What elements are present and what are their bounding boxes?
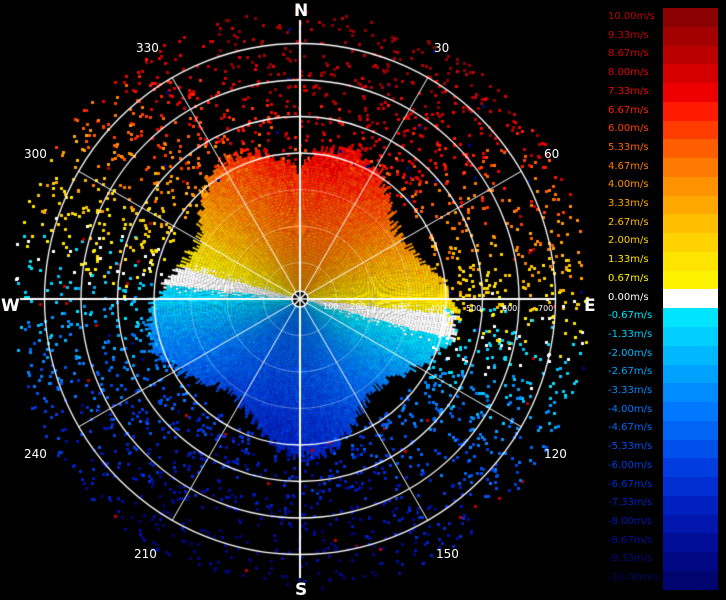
color-scale-label: 1.33m/s — [608, 254, 649, 266]
color-scale-label: 3.33m/s — [608, 198, 649, 209]
color-scale-swatch — [663, 345, 718, 365]
color-scale-swatch — [663, 120, 718, 140]
color-scale-label: -4.00m/s — [608, 403, 653, 415]
range-label-400: 400 — [430, 304, 446, 313]
color-scale-label: 4.00m/s — [608, 179, 649, 191]
color-scale-label: -2.67m/s — [608, 366, 653, 378]
color-scale-label: 6.00m/s — [608, 123, 649, 135]
color-scale-label: 10.00m/s — [608, 11, 655, 22]
color-scale-swatch — [663, 289, 718, 309]
azimuth-label-60: 60 — [544, 147, 560, 161]
color-scale-swatch — [663, 439, 718, 459]
color-scale-label: -10.00m/s — [608, 572, 659, 583]
color-scale-swatch — [663, 570, 718, 590]
compass-east-label: E — [584, 296, 596, 316]
color-scale-label: -8.00m/s — [608, 515, 653, 527]
color-scale-label: -3.33m/s — [608, 385, 653, 396]
color-scale-swatch — [663, 327, 718, 346]
color-scale-swatch — [663, 64, 718, 84]
color-scale-swatch — [663, 364, 718, 384]
azimuth-label-120: 120 — [544, 447, 567, 461]
color-scale-swatch — [663, 251, 718, 271]
color-scale-swatch — [663, 533, 718, 553]
color-scale-swatch — [663, 270, 718, 290]
color-scale-label: -5.33m/s — [608, 441, 653, 453]
range-label-600: 600 — [502, 304, 518, 313]
color-scale-label: 8.67m/s — [608, 48, 649, 60]
color-scale-swatch — [663, 383, 718, 403]
color-scale-label: -9.33m/s — [608, 553, 653, 565]
azimuth-label-300: 300 — [24, 147, 47, 161]
color-scale-swatch — [663, 458, 718, 478]
range-label-100: 100 — [323, 302, 339, 311]
color-scale-swatch — [663, 477, 718, 496]
color-scale-label: 0.00m/s — [608, 291, 649, 303]
color-scale-label: -7.33m/s — [608, 497, 653, 509]
color-scale-swatch — [663, 495, 718, 515]
azimuth-label-210: 210 — [134, 547, 157, 561]
range-label-200: 200 — [350, 302, 366, 311]
color-scale-swatch — [663, 176, 718, 196]
color-scale-swatch — [663, 195, 718, 215]
color-scale-swatch — [663, 308, 718, 328]
color-scale-swatch — [663, 158, 718, 177]
color-scale-label: 7.33m/s — [608, 85, 649, 97]
velocity-color-scale — [663, 8, 718, 590]
color-scale-swatch — [663, 83, 718, 102]
color-scale-swatch — [663, 139, 718, 159]
color-scale-swatch — [663, 552, 718, 571]
color-scale-label: -1.33m/s — [608, 328, 653, 340]
color-scale-label: -0.67m/s — [608, 310, 653, 322]
color-scale-label: -6.67m/s — [608, 478, 653, 490]
compass-west-label: W — [1, 296, 20, 316]
color-scale-label: -8.67m/s — [608, 534, 653, 546]
color-scale-label: 8.00m/s — [608, 67, 649, 79]
compass-north-label: N — [294, 1, 309, 21]
compass-south-label: S — [295, 580, 308, 600]
color-scale-swatch — [663, 8, 718, 27]
color-scale-label: -4.67m/s — [608, 422, 653, 434]
range-label-700: 700 — [538, 304, 554, 313]
color-scale-swatch — [663, 233, 718, 252]
color-scale-label: 5.33m/s — [608, 141, 649, 153]
color-scale-swatch — [663, 101, 718, 121]
color-scale-label: 2.67m/s — [608, 216, 649, 228]
color-scale-swatch — [663, 514, 718, 534]
color-scale-swatch — [663, 420, 718, 440]
color-scale-swatch — [663, 214, 718, 234]
color-scale-swatch — [663, 402, 718, 421]
azimuth-label-330: 330 — [136, 41, 159, 55]
color-scale-label: 0.67m/s — [608, 272, 649, 284]
range-label-300: 300 — [392, 304, 408, 313]
azimuth-label-30: 30 — [434, 41, 450, 55]
range-label-500: 500 — [466, 304, 482, 313]
color-scale-swatch — [663, 26, 718, 46]
color-scale-label: 4.67m/s — [608, 160, 649, 172]
color-scale-swatch — [663, 45, 718, 65]
color-scale-label: 2.00m/s — [608, 235, 649, 247]
azimuth-label-150: 150 — [436, 547, 459, 561]
azimuth-label-240: 240 — [24, 447, 47, 461]
color-scale-label: -2.00m/s — [608, 347, 653, 359]
radar-velocity-plot — [0, 0, 600, 600]
color-scale-label: 6.67m/s — [608, 104, 649, 116]
color-scale-label: -6.00m/s — [608, 459, 653, 471]
color-scale-label: 9.33m/s — [608, 29, 649, 41]
